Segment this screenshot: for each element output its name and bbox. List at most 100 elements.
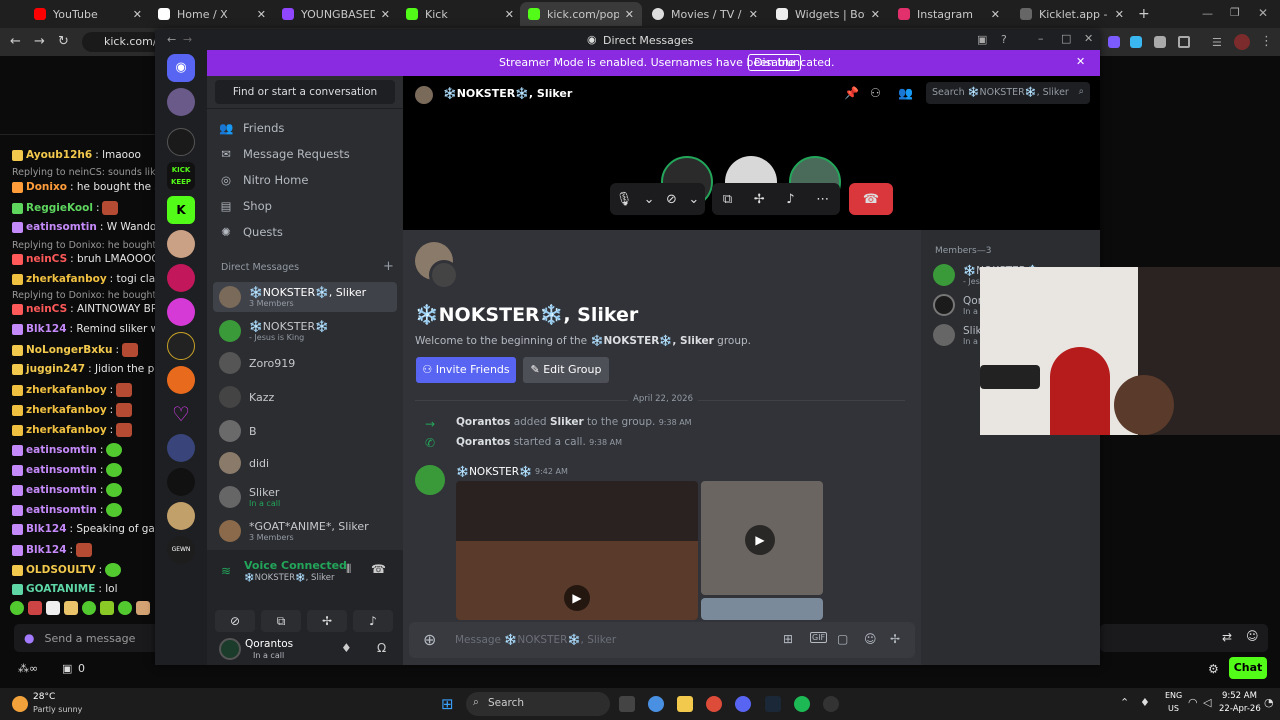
clock-date[interactable]: 22-Apr-26: [1219, 704, 1261, 714]
soundboard-icon[interactable]: ♪: [353, 610, 393, 632]
apps-icon[interactable]: ✢: [890, 632, 900, 646]
close-banner-icon[interactable]: ✕: [1076, 55, 1085, 68]
create-dm-icon[interactable]: +: [383, 259, 394, 274]
help-icon[interactable]: ?: [1001, 33, 1007, 46]
chat-username[interactable]: Blk124: [26, 544, 67, 556]
noise-suppression-icon[interactable]: ⦀: [346, 562, 351, 577]
chat-username[interactable]: zherkafanboy: [26, 424, 107, 436]
chrome-icon[interactable]: [706, 696, 722, 712]
restore-button[interactable]: ❐: [1230, 6, 1240, 19]
add-attachment-icon[interactable]: ⊕: [423, 630, 436, 649]
emote-icon[interactable]: [46, 601, 60, 615]
server-icon[interactable]: [167, 264, 195, 292]
chat-username[interactable]: neinCS: [26, 253, 67, 265]
chat-username[interactable]: ReggieKool: [26, 202, 93, 214]
search-input[interactable]: Search ❄️NOKSTER❄️, Sliker ⌕: [926, 82, 1090, 104]
activities-icon[interactable]: ✢: [307, 610, 347, 632]
forward-arrow-icon[interactable]: →: [183, 33, 192, 46]
close-icon[interactable]: ✕: [749, 8, 758, 21]
emote-icon[interactable]: [10, 601, 24, 615]
play-icon[interactable]: ▶: [564, 585, 590, 611]
back-arrow-icon[interactable]: ←: [167, 33, 176, 46]
dm-item[interactable]: ❄️NOKSTER❄️, Sliker 3 Members: [213, 282, 397, 312]
close-icon[interactable]: ✕: [133, 8, 142, 21]
maximize-button[interactable]: □: [1061, 32, 1071, 45]
chat-username[interactable]: juggin247: [26, 363, 85, 375]
emoji-icon[interactable]: ☺: [864, 632, 877, 646]
hang-up-button[interactable]: ☎: [849, 183, 893, 215]
tab-x[interactable]: Home / X ✕: [150, 2, 274, 26]
chat-username[interactable]: zherkafanboy: [26, 273, 107, 285]
server-icon[interactable]: [167, 298, 195, 326]
close-icon[interactable]: ✕: [625, 8, 634, 21]
emote-icon[interactable]: [64, 601, 78, 615]
volume-icon[interactable]: ◁: [1203, 696, 1211, 709]
server-icon[interactable]: [167, 88, 195, 116]
new-tab-button[interactable]: +: [1138, 6, 1150, 22]
avatar[interactable]: [415, 465, 445, 495]
server-icon[interactable]: [167, 468, 195, 496]
emoji-icon[interactable]: ☺: [1246, 629, 1259, 643]
notification-bell-icon[interactable]: ◔: [1264, 696, 1274, 709]
spotify-icon[interactable]: [794, 696, 810, 712]
invite-friends-button[interactable]: ⚇ Invite Friends: [416, 357, 516, 383]
disconnect-icon[interactable]: ☎: [371, 562, 386, 576]
tab-twitch[interactable]: YOUNGBASEDGO - T✕: [274, 2, 398, 26]
dm-item[interactable]: Zoro919: [213, 348, 397, 378]
chat-username[interactable]: neinCS: [26, 303, 67, 315]
chat-send-button[interactable]: Chat: [1229, 657, 1267, 679]
video-attachment[interactable]: [701, 598, 823, 620]
dm-item[interactable]: Kazz: [213, 382, 397, 412]
microphone-icon[interactable]: 🎙: [616, 192, 633, 207]
tab-instagram[interactable]: Instagram ✕: [890, 2, 1008, 26]
disable-streamer-mode-button[interactable]: Disable: [748, 54, 801, 71]
chat-username[interactable]: OLDSOULTV: [26, 564, 96, 576]
minimize-button[interactable]: –: [1038, 32, 1044, 45]
wifi-icon[interactable]: ◠: [1188, 696, 1198, 709]
more-menu-icon[interactable]: ⋮: [1260, 34, 1273, 49]
dm-item[interactable]: Sliker In a call: [213, 482, 397, 512]
voice-status[interactable]: Voice Connected: [244, 559, 347, 572]
microphone-icon[interactable]: ♦: [1140, 696, 1150, 709]
close-icon[interactable]: ✕: [505, 8, 514, 21]
chat-username[interactable]: zherkafanboy: [26, 384, 107, 396]
weather-sun-icon[interactable]: [12, 696, 28, 712]
chat-username[interactable]: eatinsomtin: [26, 444, 97, 456]
close-icon[interactable]: ✕: [1115, 8, 1124, 21]
chat-username[interactable]: Blk124: [26, 523, 67, 535]
nav-friends[interactable]: 👥 Friends: [219, 116, 284, 140]
send-message-input-right[interactable]: ⇄ ☺: [1100, 624, 1268, 652]
tab-botrix[interactable]: Widgets | BotRix —✕: [768, 2, 888, 26]
send-message-input[interactable]: ● Send a message: [14, 624, 159, 652]
members-icon[interactable]: 👥: [898, 86, 913, 100]
sticker-icon[interactable]: ▢: [837, 632, 848, 646]
profile-avatar[interactable]: [1234, 34, 1250, 50]
settings-gear-icon[interactable]: ⚙: [1208, 662, 1219, 676]
edit-group-button[interactable]: ✎ Edit Group: [523, 357, 609, 383]
server-icon[interactable]: [167, 502, 195, 530]
headphones-icon[interactable]: Ω: [377, 641, 386, 655]
server-icon[interactable]: [167, 366, 195, 394]
tab-kicklet[interactable]: Kicklet.app - Kick Cha✕: [1012, 2, 1132, 26]
emote-icon[interactable]: [136, 601, 150, 615]
nav-shop[interactable]: ▤ Shop: [219, 194, 272, 218]
soundboard-icon[interactable]: ♪: [786, 192, 794, 207]
find-conversation-input[interactable]: Find or start a conversation: [215, 80, 395, 104]
server-icon[interactable]: GEWN: [167, 536, 195, 564]
close-icon[interactable]: ✕: [257, 8, 266, 21]
emote-icon[interactable]: [28, 601, 42, 615]
menu-lines-icon[interactable]: ☰: [1212, 36, 1224, 49]
chat-username[interactable]: NoLongerBxku: [26, 344, 112, 356]
copilot-icon[interactable]: [648, 696, 664, 712]
forward-icon[interactable]: →: [34, 34, 45, 49]
close-icon[interactable]: ✕: [381, 8, 390, 21]
taskbar-search[interactable]: ⌕ Search: [466, 692, 610, 716]
chevron-down-icon[interactable]: ⌄: [644, 192, 655, 207]
weather-temp[interactable]: 28°C: [33, 692, 55, 702]
extensions-puzzle-icon[interactable]: [1178, 36, 1190, 48]
extension-icon[interactable]: [1130, 36, 1142, 48]
nav-message-requests[interactable]: ✉ Message Requests: [219, 142, 350, 166]
close-window-button[interactable]: ✕: [1258, 6, 1268, 20]
dm-item[interactable]: ❄️NOKSTER❄️ - Jesus is King: [213, 316, 397, 346]
discord-home-icon[interactable]: ◉: [167, 54, 195, 82]
